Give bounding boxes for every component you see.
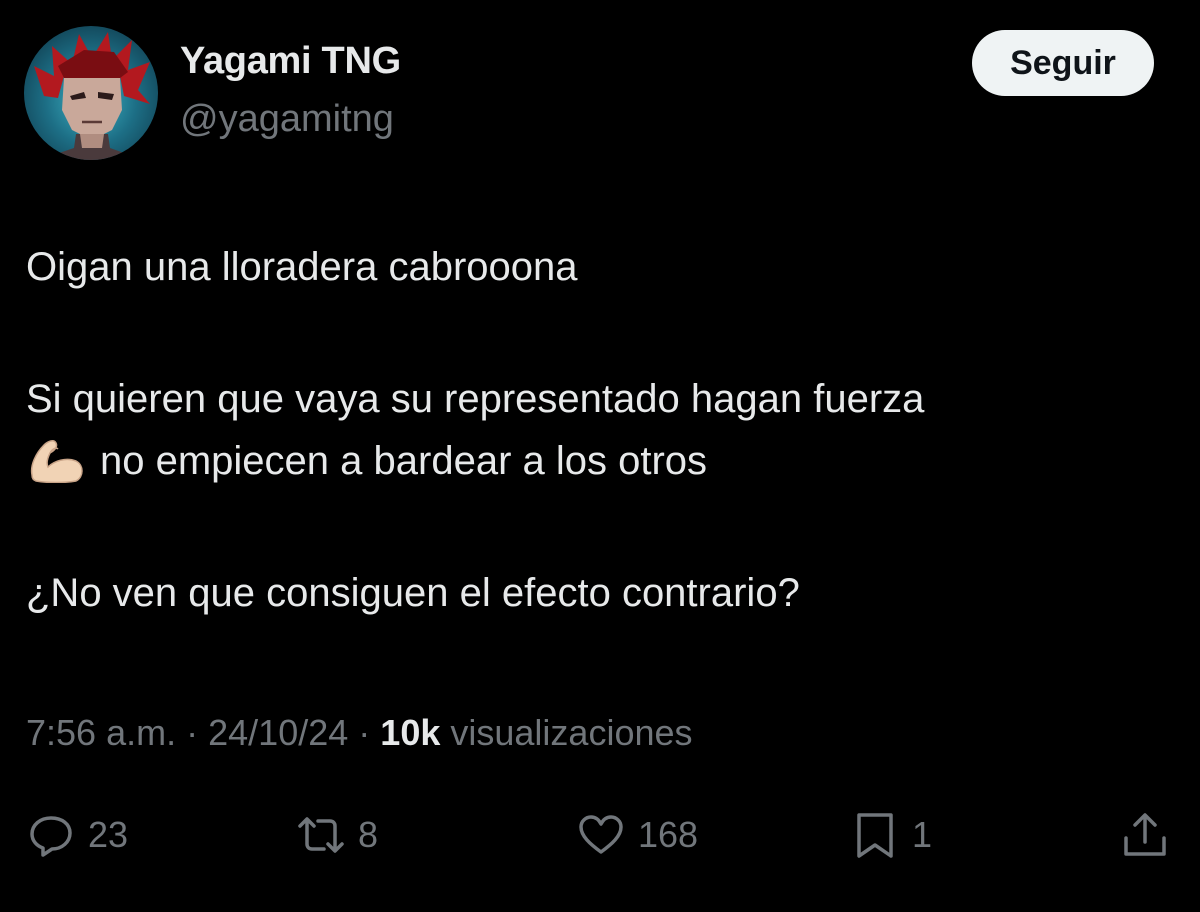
retweet-icon: [298, 817, 344, 853]
like-count: 168: [638, 814, 699, 855]
tweet-text: Oigan una lloradera cabrooona Si quieren…: [26, 236, 1166, 624]
bookmark-icon: [857, 813, 893, 858]
tweet-line-text: no empiecen a bardear a los otros: [100, 439, 708, 483]
share-icon: [1124, 813, 1166, 856]
like-button[interactable]: 168: [576, 800, 698, 870]
retweet-count: 8: [358, 814, 379, 855]
tweet-line: ¿No ven que consiguen el efecto contrari…: [26, 571, 800, 615]
flexed-biceps-icon: [30, 440, 83, 484]
share-button[interactable]: [1120, 800, 1170, 870]
tweet-line: Si quieren que vaya su representado haga…: [26, 377, 925, 421]
avatar[interactable]: [24, 26, 158, 160]
heart-icon: [579, 815, 623, 854]
views-count[interactable]: 10k: [380, 712, 440, 753]
action-bar: 23 8 168 1: [0, 800, 1200, 870]
profile-avatar-icon: [34, 32, 150, 160]
meta-separator: ·: [358, 712, 371, 753]
meta-separator: ·: [186, 712, 199, 753]
tweet-line-with-emoji: no empiecen a bardear a los otros: [26, 430, 1166, 492]
reply-count: 23: [88, 814, 129, 855]
reply-button[interactable]: 23: [26, 800, 128, 870]
author-display-name[interactable]: Yagami TNG: [180, 40, 401, 83]
bookmark-button[interactable]: 1: [850, 800, 932, 870]
tweet-paragraph: Oigan una lloradera cabrooona: [26, 236, 1166, 298]
tweet-time[interactable]: 7:56 a.m.: [26, 712, 176, 753]
tweet-date[interactable]: 24/10/24: [208, 712, 348, 753]
reply-icon: [30, 816, 72, 857]
follow-button[interactable]: Seguir: [972, 30, 1154, 96]
tweet-meta: 7:56 a.m. · 24/10/24 · 10k visualizacion…: [26, 712, 693, 754]
author-handle[interactable]: @yagamitng: [180, 98, 394, 141]
views-label[interactable]: visualizaciones: [450, 712, 692, 753]
tweet-line: Oigan una lloradera cabrooona: [26, 245, 578, 289]
bookmark-count: 1: [912, 814, 933, 855]
retweet-button[interactable]: 8: [296, 800, 378, 870]
tweet-card: Yagami TNG @yagamitng Seguir Oigan una l…: [0, 0, 1200, 912]
tweet-paragraph: ¿No ven que consiguen el efecto contrari…: [26, 562, 1166, 624]
tweet-paragraph: Si quieren que vaya su representado haga…: [26, 368, 1166, 492]
